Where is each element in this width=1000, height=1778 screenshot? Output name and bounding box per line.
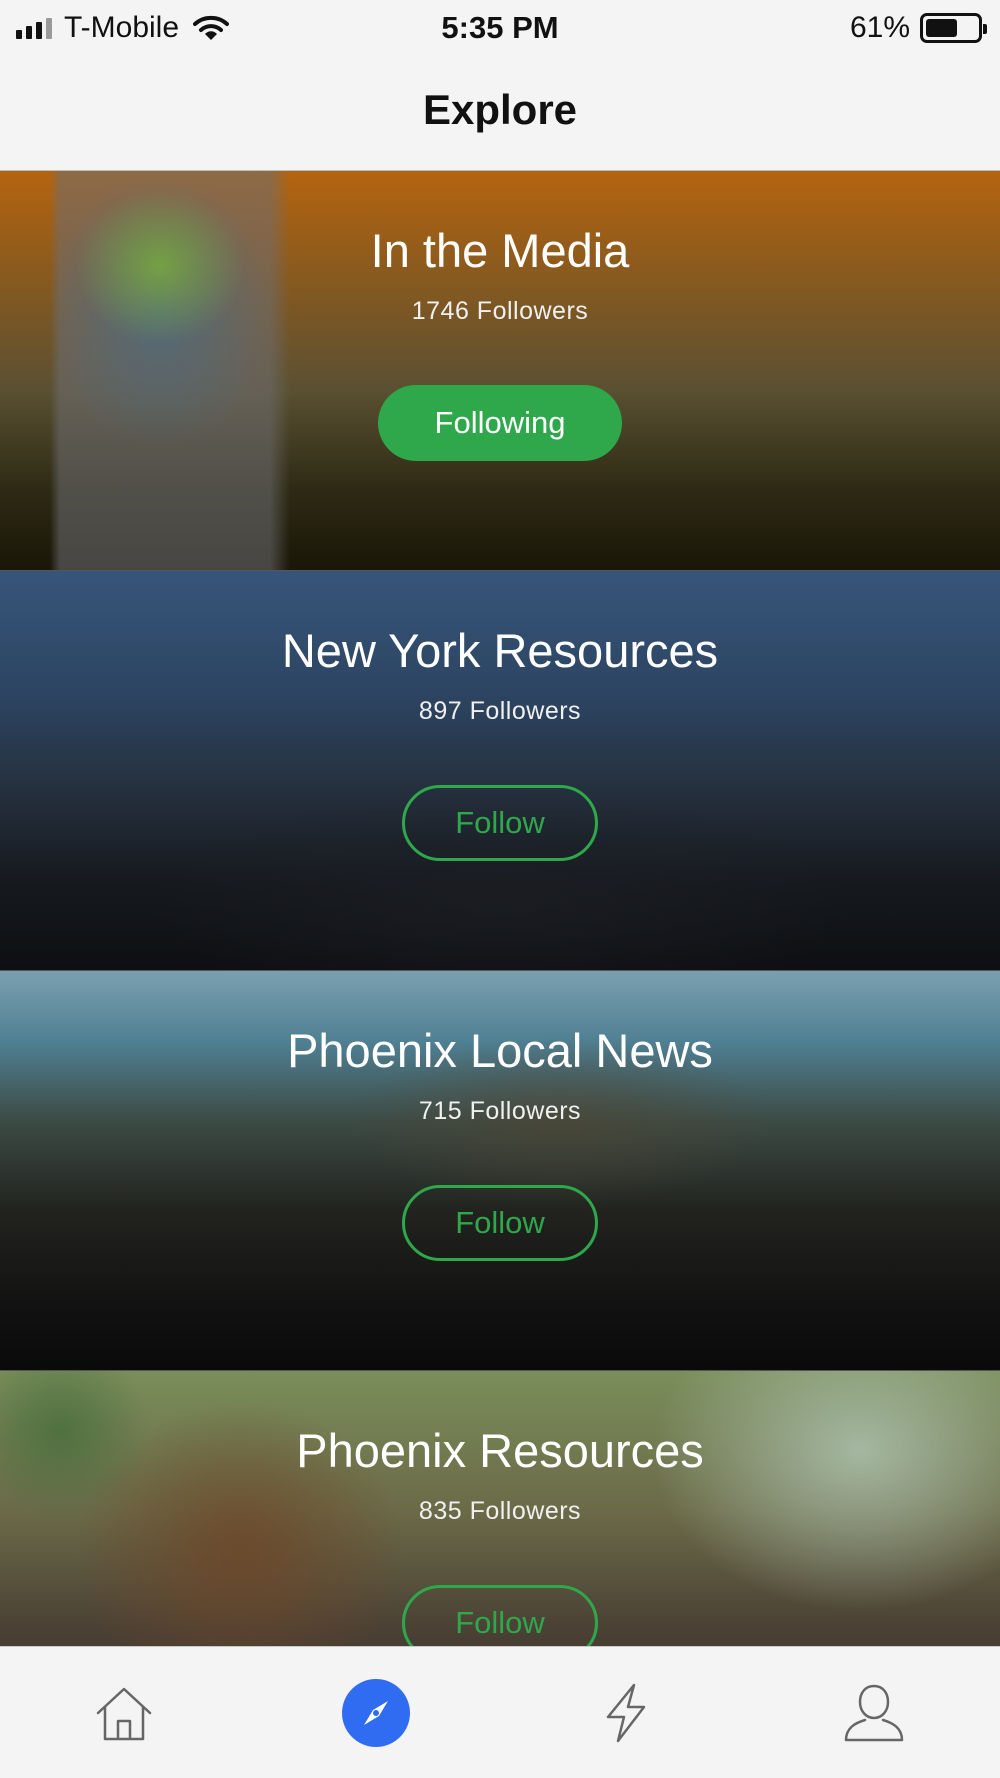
- card-title: Phoenix Resources: [296, 1424, 704, 1477]
- following-button[interactable]: Following: [378, 385, 622, 461]
- tab-home[interactable]: [88, 1677, 160, 1749]
- card-follower-count: 1746 Followers: [411, 297, 589, 325]
- status-bar: T-Mobile 5:35 PM 61%: [0, 0, 1000, 56]
- card-follower-count: 715 Followers: [418, 1097, 582, 1125]
- tab-activity[interactable]: [590, 1677, 662, 1749]
- status-right: 61%: [849, 8, 987, 48]
- card-title: Phoenix Local News: [287, 1024, 713, 1077]
- tab-bar: [0, 1646, 1000, 1778]
- battery-percent: 61%: [849, 11, 910, 44]
- topic-card-in-the-media[interactable]: In the Media 1746 Followers Following: [0, 171, 1000, 571]
- home-icon: [96, 1687, 152, 1741]
- card-title: In the Media: [370, 224, 630, 277]
- card-follower-count: 897 Followers: [418, 697, 582, 725]
- lightning-icon: [606, 1683, 646, 1743]
- card-title: New York Resources: [281, 624, 719, 677]
- battery-icon: [920, 13, 987, 43]
- topic-card-phoenix-resources[interactable]: Phoenix Resources 835 Followers Follow: [0, 1371, 1000, 1646]
- explore-feed[interactable]: In the Media 1746 Followers Following Ne…: [0, 171, 1000, 1646]
- page-title: Explore: [422, 86, 578, 133]
- topic-card-phoenix-local-news[interactable]: Phoenix Local News 715 Followers Follow: [0, 971, 1000, 1371]
- tab-explore[interactable]: [340, 1677, 412, 1749]
- follow-button[interactable]: Follow: [402, 1585, 598, 1646]
- tab-profile[interactable]: [838, 1677, 910, 1749]
- follow-button[interactable]: Follow: [402, 785, 598, 861]
- topic-card-new-york-resources[interactable]: New York Resources 897 Followers Follow: [0, 571, 1000, 971]
- battery-fill: [926, 19, 957, 37]
- compass-icon: [342, 1679, 410, 1747]
- profile-icon: [844, 1684, 904, 1742]
- follow-button[interactable]: Follow: [402, 1185, 598, 1261]
- card-follower-count: 835 Followers: [418, 1497, 582, 1525]
- nav-bar: Explore: [0, 56, 1000, 171]
